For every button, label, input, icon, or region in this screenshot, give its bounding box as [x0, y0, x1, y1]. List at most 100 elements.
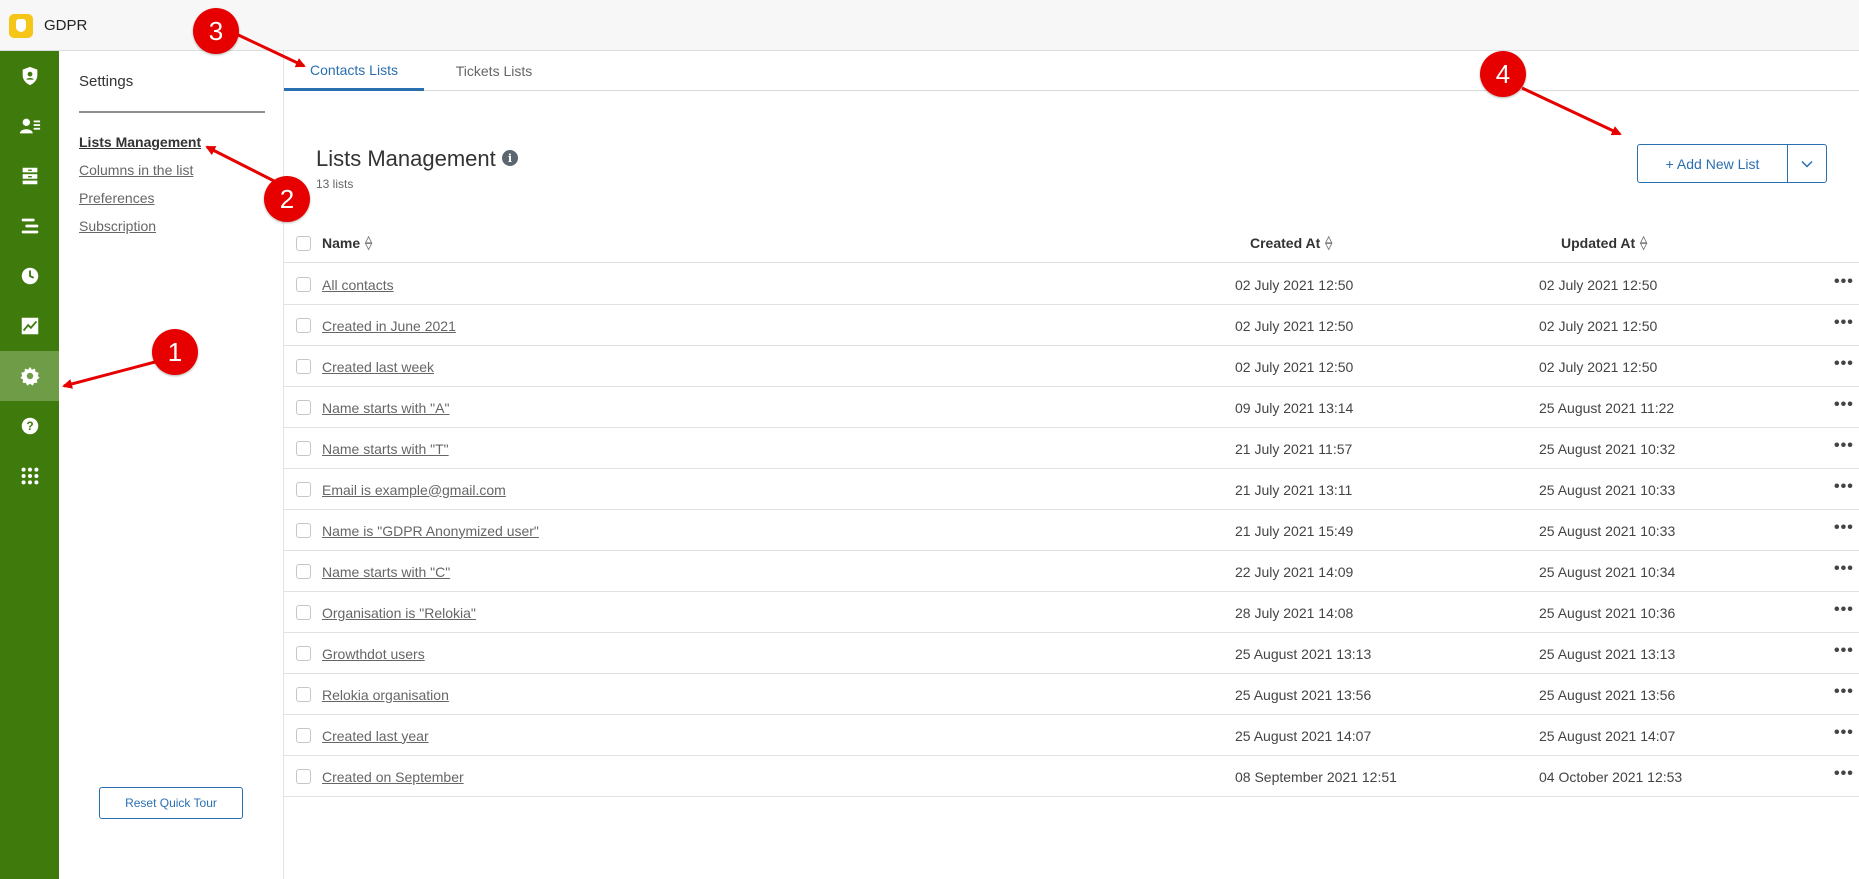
gear-icon: [19, 366, 40, 386]
rail-item-help[interactable]: ?: [0, 401, 59, 451]
svg-text:?: ?: [26, 419, 33, 433]
sort-icon: △ ▽: [1325, 234, 1333, 251]
sidebar-link-subscription[interactable]: Subscription: [79, 218, 156, 234]
row-more-actions-icon[interactable]: •••: [1834, 437, 1854, 455]
annotation-badge-1: 1: [152, 329, 198, 375]
column-header-created[interactable]: Created At △ ▽: [1250, 223, 1332, 263]
add-new-list-button[interactable]: + Add New List: [1638, 145, 1788, 182]
row-checkbox[interactable]: [296, 687, 311, 702]
rail-item-contacts[interactable]: [0, 101, 59, 151]
list-name-link[interactable]: Email is example@gmail.com: [322, 469, 506, 510]
annotation-badge-3: 3: [193, 8, 239, 54]
reset-quick-tour-button[interactable]: Reset Quick Tour: [99, 787, 243, 819]
list-name-link[interactable]: Relokia organisation: [322, 674, 449, 715]
row-checkbox[interactable]: [296, 400, 311, 415]
row-checkbox[interactable]: [296, 359, 311, 374]
column-header-name-label: Name: [322, 235, 361, 251]
column-header-name[interactable]: Name △ ▽: [322, 223, 372, 263]
column-header-updated[interactable]: Updated At △ ▽: [1561, 223, 1647, 263]
updated-at-cell: 25 August 2021 13:13: [1539, 645, 1676, 662]
row-more-actions-icon[interactable]: •••: [1834, 683, 1854, 701]
rail-item-apps[interactable]: [0, 451, 59, 501]
sidebar-link-columns[interactable]: Columns in the list: [79, 162, 193, 178]
sidebar-link-preferences[interactable]: Preferences: [79, 190, 154, 206]
row-more-actions-icon[interactable]: •••: [1834, 724, 1854, 742]
list-name-link[interactable]: Created last year: [322, 715, 429, 756]
updated-at-cell: 25 August 2021 11:22: [1539, 399, 1675, 416]
list-name-link[interactable]: Organisation is "Relokia": [322, 592, 476, 633]
row-checkbox[interactable]: [296, 318, 311, 333]
row-checkbox[interactable]: [296, 728, 311, 743]
rail-item-archive[interactable]: [0, 151, 59, 201]
add-list-dropdown-button[interactable]: [1788, 145, 1826, 182]
chart-icon: [21, 317, 38, 335]
list-name-link[interactable]: Name starts with "A": [322, 387, 449, 428]
row-more-actions-icon[interactable]: •••: [1834, 396, 1854, 414]
row-checkbox[interactable]: [296, 646, 311, 661]
row-checkbox[interactable]: [296, 605, 311, 620]
column-header-created-label: Created At: [1250, 235, 1321, 251]
rail-item-lists[interactable]: [0, 201, 59, 251]
row-checkbox[interactable]: [296, 769, 311, 784]
row-more-actions-icon[interactable]: •••: [1834, 642, 1854, 660]
row-checkbox[interactable]: [296, 277, 311, 292]
rail-item-settings[interactable]: [0, 351, 59, 401]
sidebar-title: Settings: [79, 73, 134, 90]
rail-item-gdpr[interactable]: [0, 51, 59, 101]
table-row: Created last week 02 July 2021 12:50 02 Ju…: [284, 346, 1859, 387]
lists-icon: [21, 218, 38, 234]
list-name-link[interactable]: Created on September: [322, 756, 464, 797]
row-more-actions-icon[interactable]: •••: [1834, 765, 1854, 783]
gdpr-shield-icon: [22, 66, 37, 86]
row-more-actions-icon[interactable]: •••: [1834, 355, 1854, 373]
row-more-actions-icon[interactable]: •••: [1834, 601, 1854, 619]
table-row: Organisation is "Relokia" 28 July 2021 14…: [284, 592, 1859, 633]
row-checkbox[interactable]: [296, 441, 311, 456]
created-at-cell: 28 July 2021 14:08: [1235, 604, 1354, 621]
created-at-cell: 08 September 2021 12:51: [1235, 768, 1397, 785]
table-row: Created in June 2021 02 July 2021 12:50 02…: [284, 305, 1859, 346]
table-row: Growthdot users 25 August 2021 13:13 25 Au…: [284, 633, 1859, 674]
list-name-link[interactable]: Name starts with "C": [322, 551, 450, 592]
list-name-link[interactable]: Name is "GDPR Anonymized user": [322, 510, 539, 551]
created-at-cell: 21 July 2021 13:11: [1235, 481, 1353, 498]
rail-item-history[interactable]: [0, 251, 59, 301]
list-name-link[interactable]: Name starts with "T": [322, 428, 449, 469]
row-more-actions-icon[interactable]: •••: [1834, 519, 1854, 537]
list-name-link[interactable]: Growthdot users: [322, 633, 425, 674]
table-row: Created on September 08 September 2021 12…: [284, 756, 1859, 797]
tab-tickets-lists[interactable]: Tickets Lists: [434, 51, 554, 91]
gdpr-logo-icon: [9, 14, 33, 38]
row-more-actions-icon[interactable]: •••: [1834, 273, 1854, 291]
select-all-checkbox[interactable]: [296, 236, 311, 251]
add-list-button-group: + Add New List: [1637, 144, 1827, 183]
rail-item-reports[interactable]: [0, 301, 59, 351]
updated-at-cell: 02 July 2021 12:50: [1539, 317, 1658, 334]
sidebar-link-lists-management[interactable]: Lists Management: [79, 134, 201, 150]
settings-sidebar: Settings Lists Management Columns in the…: [59, 51, 284, 879]
updated-at-cell: 25 August 2021 13:56: [1539, 686, 1676, 703]
row-checkbox[interactable]: [296, 564, 311, 579]
list-count: 13 lists: [316, 177, 354, 191]
app-root: GDPR ? Settings Lists Management Columns…: [0, 0, 1859, 879]
updated-at-cell: 25 August 2021 10:34: [1539, 563, 1676, 580]
info-icon[interactable]: i: [502, 150, 518, 166]
row-more-actions-icon[interactable]: •••: [1834, 478, 1854, 496]
list-name-link[interactable]: Created in June 2021: [322, 305, 456, 346]
created-at-cell: 02 July 2021 12:50: [1235, 276, 1354, 293]
top-bar: GDPR: [0, 0, 1859, 51]
icon-rail: ?: [0, 51, 59, 879]
sidebar-divider: [79, 111, 265, 113]
updated-at-cell: 25 August 2021 14:07: [1539, 727, 1676, 744]
list-name-link[interactable]: All contacts: [322, 264, 394, 305]
tab-contacts-lists[interactable]: Contacts Lists: [284, 51, 424, 91]
list-name-link[interactable]: Created last week: [322, 346, 434, 387]
row-checkbox[interactable]: [296, 523, 311, 538]
column-header-updated-label: Updated At: [1561, 235, 1636, 251]
row-more-actions-icon[interactable]: •••: [1834, 314, 1854, 332]
row-checkbox[interactable]: [296, 482, 311, 497]
row-more-actions-icon[interactable]: •••: [1834, 560, 1854, 578]
updated-at-cell: 25 August 2021 10:32: [1539, 440, 1676, 457]
contacts-icon: [19, 118, 40, 134]
table-header: Name △ ▽ Created At △ ▽ Updated At △ ▽: [284, 223, 1859, 263]
